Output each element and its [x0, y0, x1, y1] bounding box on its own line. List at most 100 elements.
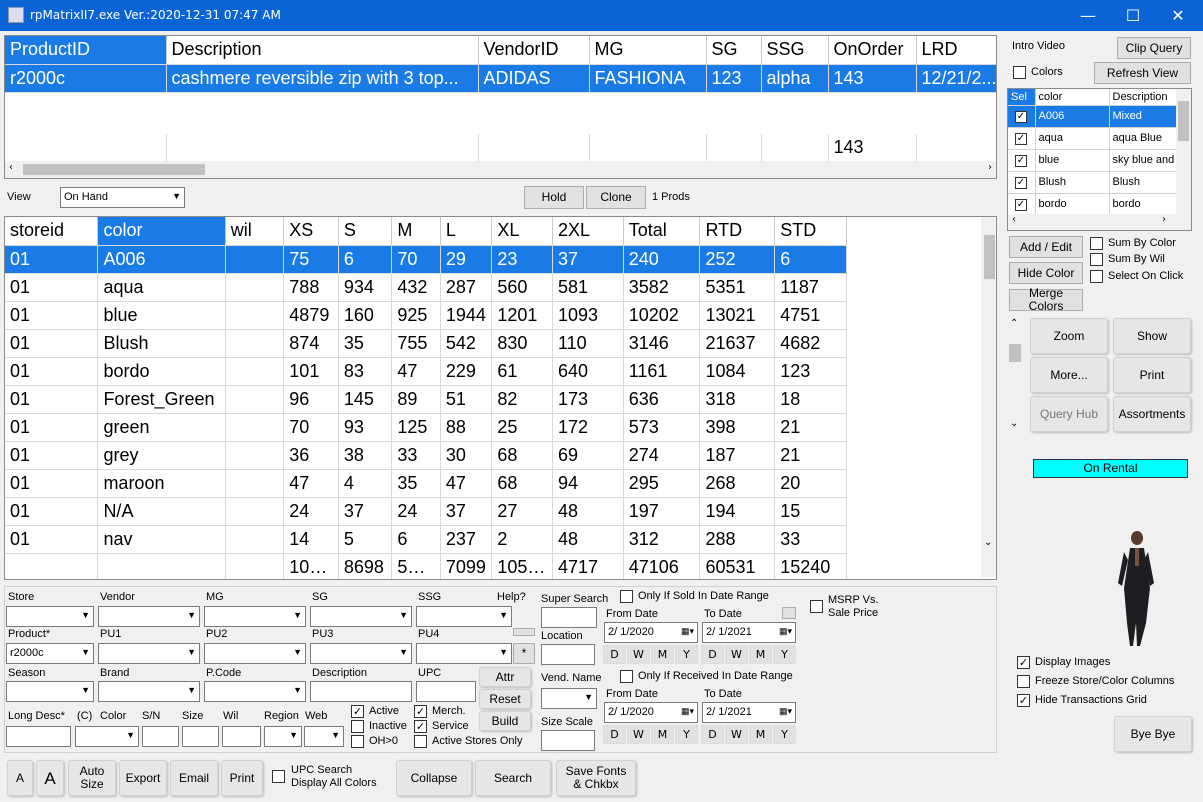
view-select[interactable]: On Hand ▼: [60, 187, 185, 208]
cell[interactable]: 60531: [699, 553, 776, 579]
cell[interactable]: 123: [774, 357, 847, 386]
col-header[interactable]: S: [338, 217, 393, 246]
cell[interactable]: 01: [5, 385, 99, 414]
cell[interactable]: 573: [623, 413, 701, 442]
cell[interactable]: [225, 273, 285, 302]
cell[interactable]: 01: [5, 245, 99, 274]
col-mg[interactable]: MG: [589, 36, 707, 65]
print-bottom-button[interactable]: Print: [221, 760, 263, 796]
cell[interactable]: 295: [623, 469, 701, 498]
cell[interactable]: 5351: [699, 273, 776, 302]
cell[interactable]: 110: [552, 329, 624, 358]
season-select[interactable]: ▼: [6, 681, 94, 702]
ssg-select[interactable]: ▼: [416, 606, 512, 627]
cell[interactable]: 25: [491, 413, 553, 442]
cell[interactable]: 237: [440, 525, 493, 554]
size-input[interactable]: [182, 726, 219, 747]
upc-input[interactable]: [416, 681, 476, 702]
cell[interactable]: 4751: [774, 301, 847, 330]
cell[interactable]: 13021: [699, 301, 776, 330]
vendor-select[interactable]: ▼: [98, 606, 200, 627]
sold-from-day-button[interactable]: D: [603, 645, 626, 664]
auto-size-button[interactable]: Auto Size: [68, 760, 116, 796]
color-select-cell[interactable]: ✓: [1008, 193, 1036, 216]
cell[interactable]: 4: [338, 469, 393, 498]
cell[interactable]: 75: [283, 245, 339, 274]
cell[interactable]: 88: [440, 413, 493, 442]
hide-transactions-checkbox[interactable]: ✓: [1017, 694, 1030, 707]
assortments-button[interactable]: Assortments: [1113, 396, 1191, 432]
small-button[interactable]: [513, 628, 535, 636]
table-row[interactable]: 01 bordo 101 83 47 229 61 640 1161 1084 123: [5, 357, 847, 386]
calendar-icon[interactable]: ▦▾: [681, 626, 694, 637]
col-header[interactable]: L: [440, 217, 493, 246]
cell[interactable]: 3146: [623, 329, 701, 358]
cell[interactable]: 1187: [774, 273, 847, 302]
merge-colors-button[interactable]: Merge Colors: [1009, 287, 1083, 313]
color-hscroll[interactable]: ‹ ›: [1008, 214, 1191, 230]
check-icon[interactable]: ✓: [1015, 198, 1027, 211]
cell[interactable]: [225, 301, 285, 330]
table-row[interactable]: 01 green 70 93 125 88 25 172 573 398 21: [5, 413, 847, 442]
active-checkbox[interactable]: ✓: [351, 705, 364, 718]
cell[interactable]: 21: [774, 441, 847, 470]
cell[interactable]: 47: [440, 469, 493, 498]
color-select-cell[interactable]: ✓: [1008, 149, 1036, 172]
cell[interactable]: [225, 385, 285, 414]
scroll-thumb[interactable]: [1009, 344, 1021, 362]
calendar-icon[interactable]: ▦▾: [779, 626, 792, 637]
scroll-thumb[interactable]: [23, 164, 205, 175]
cell[interactable]: 33: [774, 525, 847, 554]
show-button[interactable]: Show: [1113, 318, 1191, 354]
save-fonts-button[interactable]: Save Fonts & Chkbx: [556, 760, 636, 796]
col-ssg[interactable]: SSG: [761, 36, 829, 65]
scroll-right-icon[interactable]: ›: [988, 162, 992, 173]
cell[interactable]: 37: [440, 497, 493, 526]
web-select[interactable]: ▼: [304, 726, 344, 747]
active-stores-checkbox[interactable]: [414, 735, 427, 748]
sold-to-month-button[interactable]: M: [749, 645, 772, 664]
cell[interactable]: Blush: [97, 329, 226, 358]
recv-to-date[interactable]: 2/ 1/2021 ▦▾: [702, 702, 796, 723]
scroll-down-icon[interactable]: ⌄: [1010, 418, 1018, 429]
cell[interactable]: 229: [440, 357, 493, 386]
cell[interactable]: nav: [97, 525, 226, 554]
cell[interactable]: maroon: [97, 469, 226, 498]
mg-select[interactable]: ▼: [204, 606, 306, 627]
cell[interactable]: bordo: [1109, 193, 1177, 216]
cell[interactable]: [225, 497, 285, 526]
col-header[interactable]: 2XL: [552, 217, 624, 246]
check-icon[interactable]: ✓: [1015, 154, 1027, 167]
sg-select[interactable]: ▼: [310, 606, 412, 627]
display-images-checkbox[interactable]: ✓: [1017, 656, 1030, 669]
query-hub-button[interactable]: Query Hub: [1030, 396, 1108, 432]
email-button[interactable]: Email: [170, 760, 218, 796]
col-header[interactable]: XL: [491, 217, 553, 246]
cell[interactable]: 7099: [440, 553, 493, 579]
cell[interactable]: [225, 357, 285, 386]
product-row[interactable]: r2000c cashmere reversible zip with 3 to…: [5, 64, 996, 93]
cell[interactable]: 755: [391, 329, 441, 358]
cell[interactable]: 30: [440, 441, 493, 470]
scroll-up-icon[interactable]: ⌃: [1010, 318, 1018, 329]
cell[interactable]: aqua: [97, 273, 226, 302]
table-row[interactable]: 01 nav 14 5 6 237 2 48 312 288 33: [5, 525, 847, 554]
cell[interactable]: 318: [699, 385, 776, 414]
cell[interactable]: 1201: [491, 301, 553, 330]
cell[interactable]: 934: [338, 273, 393, 302]
cell[interactable]: [225, 245, 285, 274]
cell[interactable]: [5, 553, 99, 579]
minimize-button[interactable]: —: [1065, 0, 1111, 31]
color-select-cell[interactable]: ✓: [1008, 171, 1036, 194]
cell[interactable]: [225, 469, 285, 498]
sold-from-month-button[interactable]: M: [651, 645, 674, 664]
cell[interactable]: 5731: [391, 553, 441, 579]
cell[interactable]: 01: [5, 273, 99, 302]
cell[interactable]: 24: [283, 497, 339, 526]
print-button[interactable]: Print: [1113, 357, 1191, 393]
export-button[interactable]: Export: [119, 760, 167, 796]
cell[interactable]: [97, 553, 226, 579]
sold-to-date[interactable]: 2/ 1/2021 ▦▾: [702, 622, 796, 643]
table-row[interactable]: 01 Blush 874 35 755 542 830 110 3146 21637 4682: [5, 329, 847, 358]
cell[interactable]: 47106: [623, 553, 701, 579]
